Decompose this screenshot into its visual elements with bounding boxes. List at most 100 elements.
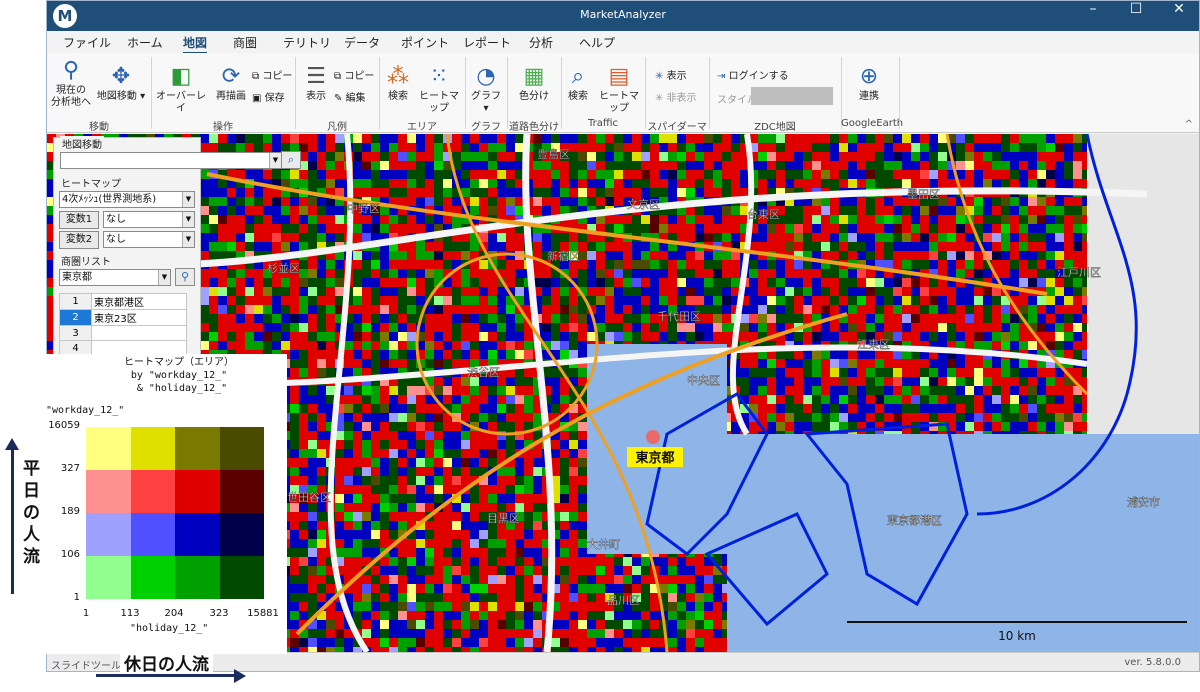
map-place-label: 大井町	[587, 537, 620, 551]
redraw-button[interactable]: ⟳ 再描画	[213, 65, 249, 103]
legend-copy-button[interactable]: ⧉ コピー	[334, 67, 374, 82]
outside-area	[1087, 134, 1199, 434]
y-tick: 16059	[48, 420, 80, 431]
map-place-label: 世田谷区	[287, 491, 331, 504]
bay-water-east	[727, 434, 1199, 652]
menu-territory[interactable]: テリトリ	[283, 34, 331, 51]
road-color-icon: ▦	[523, 64, 545, 89]
menu-trade-area[interactable]: 商圏	[233, 34, 257, 51]
save-map-button[interactable]: ▣ 保存	[252, 89, 285, 104]
map-pin-icon: ⚲	[62, 58, 80, 83]
x-arrow-icon	[234, 669, 246, 683]
legend-cell	[130, 513, 175, 556]
var1-select[interactable]: なし ▼	[103, 211, 195, 228]
zdc-style-select[interactable]	[751, 87, 833, 105]
y-arrow-line	[11, 446, 14, 594]
map-place-label: 杉並区	[267, 261, 300, 275]
overlay-icon: ◧	[170, 64, 192, 89]
overlay-button[interactable]: ◧ オーバーレイ	[155, 65, 207, 115]
copy-map-button[interactable]: ⧉ コピー	[252, 67, 292, 82]
scale-label: 10 km	[998, 629, 1036, 643]
map-place-label: 墨田区	[907, 188, 940, 201]
table-row[interactable]: 1 東京都港区	[59, 293, 187, 310]
menu-bar: ファイル ホーム 地図 商圏 テリトリ データ ポイント レポート 分析 ヘルプ	[47, 31, 1199, 54]
x-tick: 15881	[247, 608, 279, 619]
map-search-button[interactable]: ⌕	[281, 151, 301, 169]
legend-show-button[interactable]: ☰ 表示	[301, 65, 331, 103]
current-location-button[interactable]: ⚲ 現在の 分析地へ	[51, 59, 91, 109]
maximize-button[interactable]: ☐	[1116, 1, 1156, 31]
holiday-flow-caption: 休日の人流	[120, 650, 213, 675]
chevron-down-icon: ▼	[158, 270, 170, 285]
group-graph-label: グラフ	[471, 122, 501, 133]
traffic-search-icon: ⌕	[571, 64, 585, 89]
refresh-icon: ⟳	[221, 64, 241, 89]
close-button[interactable]: ✕	[1159, 1, 1199, 31]
menu-analysis[interactable]: 分析	[529, 34, 553, 51]
table-row[interactable]: 3	[59, 325, 187, 341]
group-area-label: エリア	[407, 122, 437, 133]
map-move-button[interactable]: ✥ 地図移動 ▾	[95, 65, 147, 103]
legend-cell	[219, 470, 264, 513]
legend-cell	[175, 513, 220, 556]
legend-cell	[175, 470, 220, 513]
globe-icon: ⊕	[859, 64, 879, 89]
spider-hide-button[interactable]: ✳ 非表示	[655, 89, 697, 104]
mesh-select[interactable]: 4次ﾒｯｼｭ(世界測地系) ▼	[59, 191, 195, 208]
legend-y-axis-name: "workday_12_"	[46, 405, 125, 416]
map-place-label: 品川区	[607, 594, 640, 607]
left-panel-content: ⌕ ヒートマップ 4次ﾒｯｼｭ(世界測地系) ▼ 変数1 なし ▼ 変数2 なし ▼ …	[53, 137, 301, 357]
menu-data[interactable]: データ	[344, 34, 380, 51]
menu-map[interactable]: 地図	[183, 34, 208, 54]
legend-edit-button[interactable]: ✎ 編集	[334, 89, 366, 104]
x-tick: 204	[164, 608, 184, 619]
minimize-button[interactable]: –	[1073, 1, 1113, 31]
area-search-button[interactable]: ⁂ 検索	[383, 65, 413, 103]
area-locate-button[interactable]: ⚲	[175, 268, 195, 286]
group-ge-label: GoogleEarth	[841, 118, 904, 129]
title-bar: M MarketAnalyzer – ☐ ✕	[47, 1, 1199, 31]
legend-cell	[86, 513, 131, 556]
chevron-down-icon: ▼	[182, 232, 194, 247]
spider-icon: ✳	[655, 71, 664, 82]
road-color-button[interactable]: ▦ 色分け	[513, 65, 555, 103]
google-earth-link-button[interactable]: ⊕ 連携	[847, 65, 891, 103]
table-row[interactable]: 2 東京23区	[59, 309, 187, 326]
menu-report[interactable]: レポート	[463, 34, 511, 51]
ribbon-collapse-button[interactable]: ^	[1185, 119, 1193, 130]
legend-color-grid	[86, 427, 264, 599]
traffic-search-button[interactable]: ⌕ 検索	[563, 65, 593, 103]
zdc-login-button[interactable]: ⇥ ログインする	[717, 67, 789, 82]
legend-cell	[219, 427, 264, 470]
menu-home[interactable]: ホーム	[127, 34, 163, 51]
slide-tool-label: スライドツール	[51, 661, 121, 672]
map-pin-icon: ⚲	[180, 270, 190, 283]
map-place-label: 中野区	[347, 202, 380, 215]
area-heatmap-button[interactable]: ⁙ ヒートマップ	[415, 65, 463, 115]
window-title: MarketAnalyzer	[580, 8, 666, 21]
menu-file[interactable]: ファイル	[63, 34, 111, 51]
menu-help[interactable]: ヘルプ	[579, 34, 615, 51]
area-list-section-label: 商圏リスト	[59, 253, 113, 268]
graph-icon: ◔	[476, 64, 496, 89]
spider-show-button[interactable]: ✳ 表示	[655, 67, 687, 82]
menu-point[interactable]: ポイント	[401, 34, 449, 51]
var2-button[interactable]: 変数2	[59, 231, 99, 249]
map-place-label: 千代田区	[657, 310, 701, 323]
login-icon: ⇥	[717, 71, 726, 82]
x-tick: 1	[82, 608, 90, 619]
graph-button[interactable]: ◔ グラフ ▾	[467, 65, 505, 115]
group-legend-label: 凡例	[327, 122, 347, 133]
legend-title: ヒートマップ（エリア） by "workday_12_" & "holiday_…	[124, 357, 234, 394]
map-place-label: 江戸川区	[1057, 266, 1101, 279]
var2-select[interactable]: なし ▼	[103, 231, 195, 248]
weekday-flow-caption: 平日の人流	[23, 459, 40, 567]
traffic-heatmap-icon: ▤	[608, 64, 630, 89]
move-arrows-icon: ✥	[111, 64, 131, 89]
traffic-heatmap-button[interactable]: ▤ ヒートマップ	[595, 65, 643, 115]
prefecture-select[interactable]: 東京都 ▼	[59, 269, 171, 286]
map-place-label: 渋谷区	[467, 366, 500, 379]
area-search-icon: ⁂	[387, 64, 409, 89]
map-place-label: 新宿区	[547, 249, 580, 263]
var1-button[interactable]: 変数1	[59, 211, 99, 229]
